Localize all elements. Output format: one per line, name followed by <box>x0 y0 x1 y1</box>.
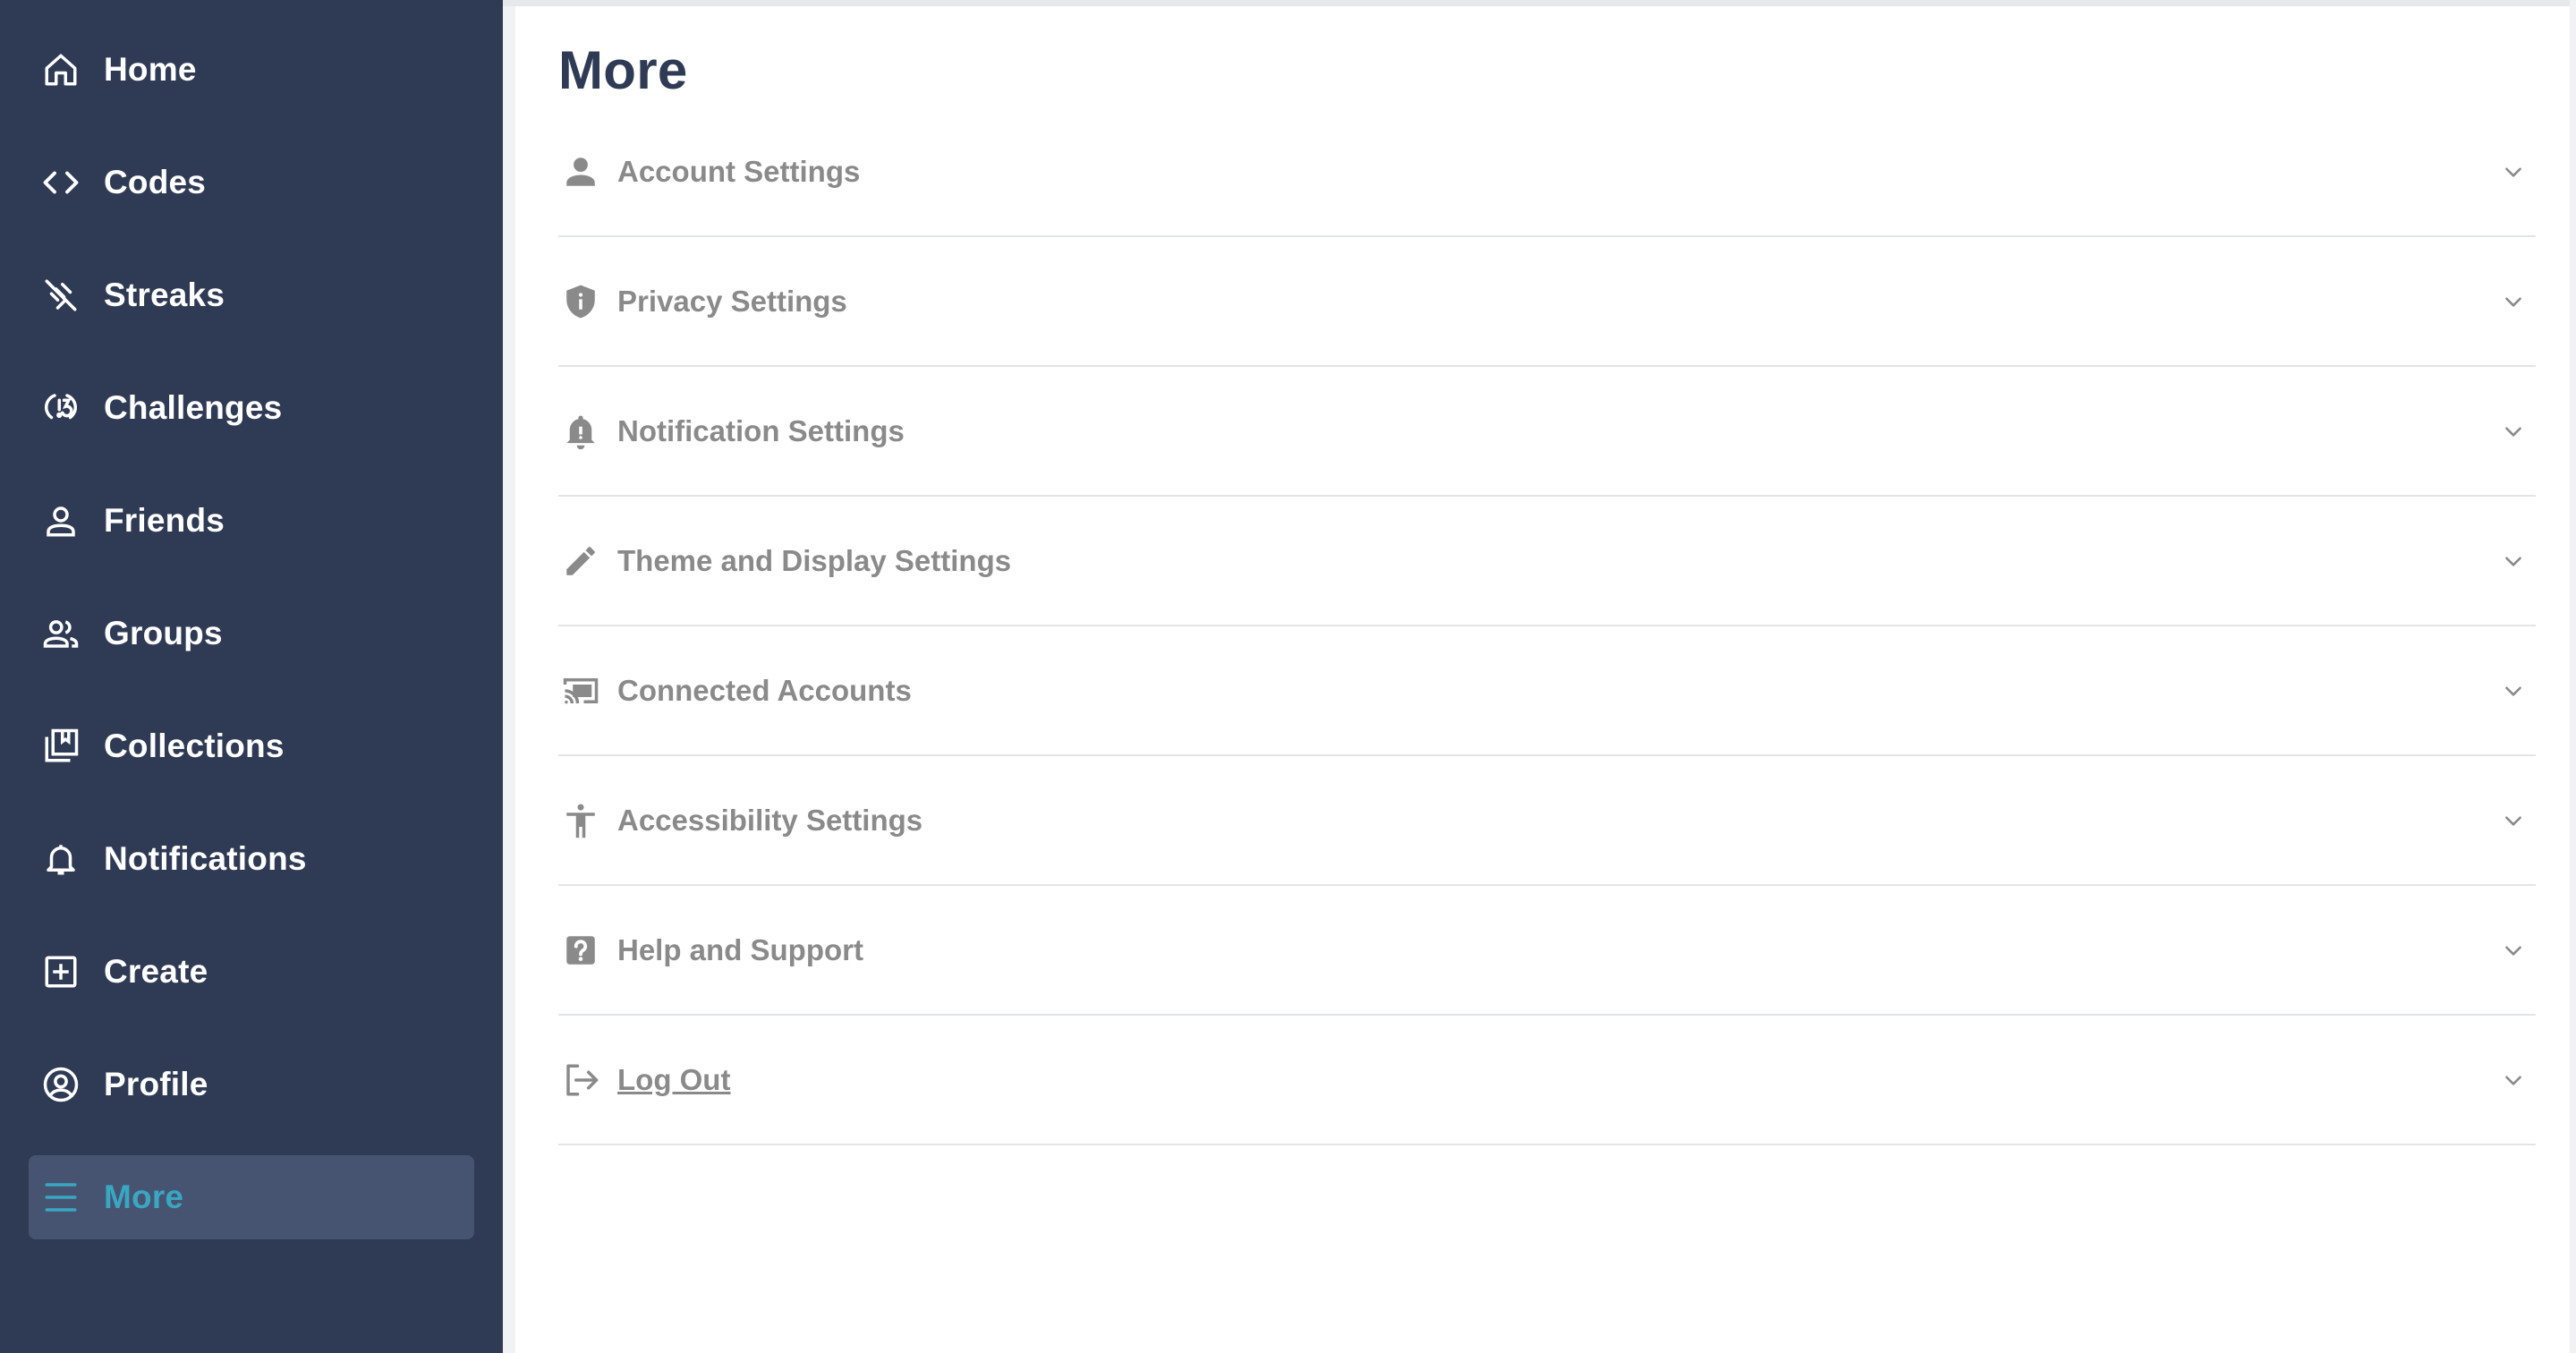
accessibility-icon <box>560 800 601 841</box>
challenge-icon <box>41 388 81 428</box>
help-support-row[interactable]: Help and Support <box>558 886 2536 1016</box>
bell-icon <box>41 839 81 879</box>
accessibility-settings-row[interactable]: Accessibility Settings <box>558 756 2536 886</box>
privacy-settings-row[interactable]: Privacy Settings <box>558 237 2536 367</box>
sidebar-item-groups[interactable]: Groups <box>29 591 474 676</box>
chevron-down-icon[interactable] <box>2500 548 2527 574</box>
account-settings-row[interactable]: Account Settings <box>558 107 2536 237</box>
chevron-down-icon[interactable] <box>2500 807 2527 834</box>
menu-icon <box>41 1178 81 1217</box>
settings-list: Account Settings Privacy Settings Notifi… <box>558 107 2536 1145</box>
sidebar-item-label: Challenges <box>104 389 283 426</box>
sidebar-item-label: Create <box>104 953 208 990</box>
top-divider <box>503 0 2576 6</box>
pencil-icon <box>560 540 601 582</box>
sidebar-divider <box>503 0 515 1353</box>
row-label: Connected Accounts <box>617 673 912 707</box>
sidebar-item-label: More <box>104 1179 184 1215</box>
row-label: Privacy Settings <box>617 284 847 318</box>
chevron-down-icon[interactable] <box>2500 677 2527 704</box>
chevron-down-icon[interactable] <box>2500 158 2527 185</box>
bell-alert-icon <box>560 411 601 452</box>
cast-icon <box>560 670 601 711</box>
app-window: Home Codes Streaks Challenges Friends Gr… <box>0 0 2576 1353</box>
code-icon <box>41 163 81 202</box>
sidebar-item-friends[interactable]: Friends <box>29 479 474 563</box>
sidebar-item-streaks[interactable]: Streaks <box>29 253 474 337</box>
chevron-down-icon[interactable] <box>2500 937 2527 964</box>
person-icon <box>560 151 601 192</box>
theme-display-settings-row[interactable]: Theme and Display Settings <box>558 497 2536 626</box>
sidebar-item-label: Collections <box>104 728 285 764</box>
log-out-row[interactable]: Log Out <box>558 1016 2536 1145</box>
row-label: Accessibility Settings <box>617 803 923 837</box>
sidebar-item-label: Notifications <box>104 840 307 877</box>
row-label: Theme and Display Settings <box>617 543 1012 577</box>
shield-icon <box>560 281 601 322</box>
row-label: Help and Support <box>617 932 863 966</box>
profile-circle-icon <box>41 1065 81 1104</box>
sidebar-item-label: Friends <box>104 502 225 539</box>
home-icon <box>41 50 81 89</box>
log-out-link[interactable]: Log Out <box>617 1063 730 1097</box>
chevron-down-icon[interactable] <box>2500 418 2527 445</box>
chevron-down-icon[interactable] <box>2500 288 2527 315</box>
help-icon <box>560 930 601 971</box>
sidebar-item-codes[interactable]: Codes <box>29 140 474 225</box>
sidebar: Home Codes Streaks Challenges Friends Gr… <box>0 0 503 1353</box>
sidebar-item-home[interactable]: Home <box>29 28 474 112</box>
sidebar-item-create[interactable]: Create <box>29 930 474 1014</box>
sidebar-item-notifications[interactable]: Notifications <box>29 817 474 901</box>
logout-icon <box>560 1059 601 1101</box>
sidebar-item-collections[interactable]: Collections <box>29 704 474 788</box>
sidebar-item-label: Codes <box>104 164 207 200</box>
chevron-down-icon[interactable] <box>2500 1067 2527 1093</box>
sidebar-item-profile[interactable]: Profile <box>29 1042 474 1127</box>
sidebar-item-more[interactable]: More <box>29 1155 474 1239</box>
notification-settings-row[interactable]: Notification Settings <box>558 367 2536 497</box>
person-icon <box>41 501 81 540</box>
sidebar-item-label: Home <box>104 51 197 88</box>
page-title: More <box>558 40 688 100</box>
scrollbar-track[interactable] <box>2570 0 2576 1353</box>
sidebar-item-label: Streaks <box>104 277 225 313</box>
collections-icon <box>41 727 81 766</box>
sidebar-item-label: Groups <box>104 615 223 651</box>
sidebar-item-label: Profile <box>104 1066 208 1102</box>
row-label: Account Settings <box>617 154 861 188</box>
streak-icon <box>41 276 81 315</box>
group-icon <box>41 614 81 653</box>
plus-square-icon <box>41 952 81 991</box>
sidebar-item-challenges[interactable]: Challenges <box>29 366 474 450</box>
connected-accounts-row[interactable]: Connected Accounts <box>558 626 2536 756</box>
row-label: Notification Settings <box>617 413 905 447</box>
